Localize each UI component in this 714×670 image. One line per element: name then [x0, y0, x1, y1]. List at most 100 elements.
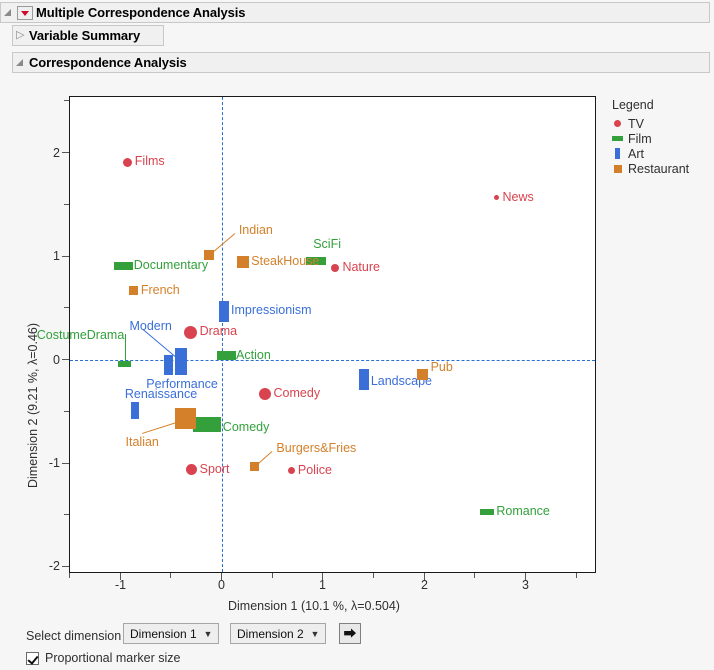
reference-line-y0 [70, 360, 595, 361]
dimension-x-value: Dimension 1 [130, 626, 197, 641]
x-tick [322, 573, 324, 580]
section-title-variable-summary: Variable Summary [29, 28, 141, 43]
dimension-y-select[interactable]: Dimension 2 ▼ [230, 623, 326, 644]
square-swatch-icon [612, 164, 623, 173]
proportional-marker-size-label: Proportional marker size [45, 651, 181, 665]
data-point-art-landscape[interactable] [358, 369, 369, 391]
chevron-down-icon: ▼ [203, 628, 213, 639]
data-point-tv-sport[interactable] [186, 464, 198, 476]
data-point-label: News [502, 189, 534, 204]
data-point-restaurant-french[interactable] [129, 286, 139, 296]
data-point-label: Drama [199, 324, 238, 339]
data-point-label: SteakHouse [251, 253, 320, 268]
x-tick-label-neg1: -1 [115, 578, 127, 592]
section-header-variable-summary[interactable]: ▷ Variable Summary [12, 25, 164, 46]
data-point-tv-nature[interactable] [331, 263, 340, 272]
data-point-label: Police [297, 462, 332, 477]
y-tick-label-neg1: -1 [48, 456, 60, 470]
y-tick [62, 462, 69, 464]
legend-item-restaurant[interactable]: Restaurant [612, 161, 689, 176]
section-header-correspondence-analysis[interactable]: Correspondence Analysis [12, 52, 710, 73]
chevron-down-icon-2: ▼ [310, 628, 320, 639]
y-tick-label-0: 0 [53, 353, 60, 367]
x-tick [271, 573, 273, 578]
data-point-label: Indian [238, 223, 273, 238]
data-point-label: Comedy [222, 420, 270, 435]
data-point-film-romance[interactable] [480, 509, 495, 516]
data-point-label: Action [236, 347, 271, 362]
data-point-label: Impressionism [231, 303, 312, 318]
data-point-art-renaissance[interactable] [130, 402, 139, 420]
proportional-marker-size-row[interactable]: Proportional marker size [26, 651, 180, 665]
circle-swatch-icon [612, 120, 623, 127]
dimension-x-select[interactable]: Dimension 1 ▼ [123, 623, 219, 644]
y-tick [62, 566, 69, 567]
x-tick-label-1: 1 [319, 578, 326, 592]
right-arrow-icon: ⮕ [343, 626, 357, 641]
section-header-mca[interactable]: Multiple Correspondence Analysis [0, 2, 710, 23]
legend: Legend TV Film Art Restaurant [612, 98, 689, 176]
data-point-restaurant-pub[interactable] [417, 368, 429, 380]
y-tick-label-2: 2 [53, 146, 60, 160]
data-point-tv-drama[interactable] [184, 325, 198, 339]
data-point-film-comedy[interactable] [192, 416, 221, 432]
legend-item-art[interactable]: Art [612, 146, 689, 161]
y-tick [62, 152, 69, 153]
disclosure-triangle-open-icon[interactable] [3, 7, 14, 18]
x-tick [474, 573, 476, 578]
section-title-mca: Multiple Correspondence Analysis [36, 5, 246, 20]
apply-dimension-button[interactable]: ⮕ [339, 623, 361, 644]
correspondence-analysis-plot: Dimension 2 (9.21 %, λ=0.46) 2 1 0 -1 -2… [0, 78, 714, 613]
legend-label: Restaurant [628, 161, 690, 176]
data-point-label: Documentary [133, 257, 209, 272]
label-leader-line [143, 329, 182, 362]
data-point-label: Nature [342, 259, 380, 274]
data-point-tv-police[interactable] [288, 467, 296, 475]
data-point-art-modern[interactable] [175, 347, 188, 375]
data-point-film-action[interactable] [216, 351, 236, 361]
x-tick [69, 573, 71, 578]
disclosure-triangle-closed-icon[interactable]: ▷ [15, 29, 26, 41]
data-point-tv-news[interactable] [494, 195, 500, 200]
x-tick [372, 573, 374, 578]
data-point-tv-films[interactable] [123, 157, 133, 167]
data-point-tv-comedy[interactable] [258, 388, 271, 401]
select-dimension-label: Select dimension [26, 629, 122, 643]
proportional-marker-size-checkbox[interactable] [26, 651, 39, 665]
data-point-label: Sport [199, 461, 230, 476]
data-point-label: French [140, 282, 180, 297]
data-point-film-documentary[interactable] [114, 261, 134, 270]
y-tick-label-1: 1 [53, 249, 60, 263]
hbar-swatch-icon [612, 136, 623, 141]
data-point-label: Burgers&Fries [276, 440, 357, 455]
data-point-label: Italian [125, 434, 159, 449]
x-tick [524, 573, 526, 580]
legend-title: Legend [612, 98, 654, 112]
data-point-label: CostumeDrama [36, 328, 125, 343]
legend-label: Art [628, 146, 644, 161]
label-leader-line [124, 334, 126, 365]
data-point-label: Films [134, 154, 165, 169]
data-point-label: Modern [129, 319, 172, 334]
disclosure-triangle-open-icon-2[interactable] [15, 57, 26, 68]
vbar-swatch-icon [612, 148, 623, 159]
x-tick [170, 573, 172, 578]
red-triangle-menu-icon[interactable] [17, 5, 33, 20]
label-leader-line [254, 450, 273, 468]
x-tick-label-2: 2 [421, 578, 428, 592]
x-tick [119, 573, 121, 580]
x-tick [423, 573, 425, 580]
data-point-restaurant-steakhouse[interactable] [237, 255, 250, 268]
legend-label: TV [628, 116, 644, 131]
x-tick-label-3: 3 [522, 578, 529, 592]
dimension-y-value: Dimension 2 [237, 626, 304, 641]
y-tick-label-neg2: -2 [48, 559, 60, 573]
data-point-label: Romance [496, 504, 550, 519]
x-tick [221, 573, 222, 580]
legend-item-film[interactable]: Film [612, 131, 689, 146]
plot-frame: Films News Nature Drama Comedy Sport Police Doc… [37, 96, 596, 573]
data-point-art-performance[interactable] [163, 355, 173, 376]
data-point-label: SciFi [313, 236, 341, 251]
legend-item-tv[interactable]: TV [612, 116, 689, 131]
data-point-art-impressionism[interactable] [219, 300, 230, 322]
